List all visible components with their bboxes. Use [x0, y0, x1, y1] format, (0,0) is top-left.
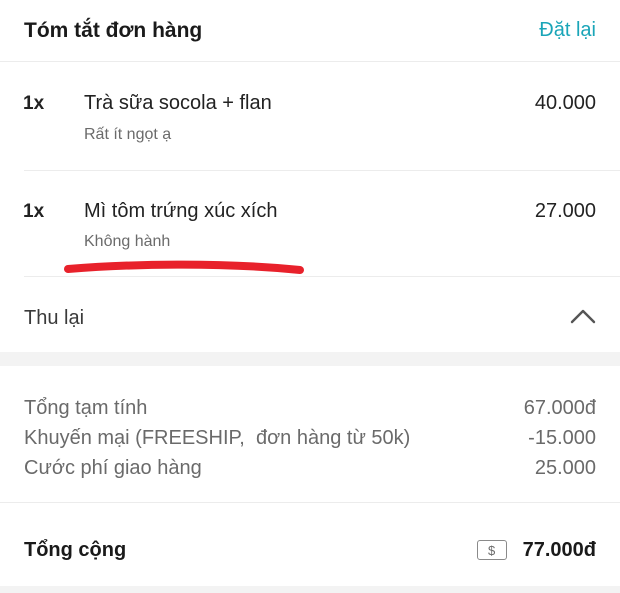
delivery-fee-label: Cước phí giao hàng: [24, 456, 202, 479]
item-note: Không hành: [84, 233, 171, 250]
cash-icon: $: [476, 540, 507, 560]
subtotal-label: Tổng tạm tính: [24, 396, 148, 419]
delivery-fee-row: Cước phí giao hàng 25.000: [24, 454, 596, 482]
delivery-fee-value: 25.000: [534, 456, 596, 479]
item-quantity: 1x: [23, 93, 45, 114]
section-gap: [0, 352, 620, 366]
item-price: 27.000: [534, 200, 596, 222]
page-title: Tóm tắt đơn hàng: [24, 18, 203, 42]
total-row: Tổng cộng $ 77.000đ: [24, 530, 596, 570]
subtotal-value: 67.000đ: [523, 396, 596, 419]
subtotal-row: Tổng tạm tính 67.000đ: [24, 394, 596, 422]
total-amount-group: $ 77.000đ: [476, 538, 596, 562]
item-name: Mì tôm trứng xúc xích: [84, 200, 278, 222]
collapse-label: Thu lại: [24, 306, 85, 329]
reset-button[interactable]: Đặt lại: [539, 19, 596, 42]
bottom-bar: [0, 586, 620, 593]
item-price: 40.000: [534, 92, 596, 114]
chevron-up-icon[interactable]: [570, 308, 596, 329]
divider: [24, 170, 620, 171]
order-summary-header: Tóm tắt đơn hàng Đặt lại: [0, 0, 620, 62]
divider: [24, 276, 620, 277]
collapse-toggle[interactable]: Thu lại: [0, 286, 620, 350]
item-note: Rất ít ngọt ạ: [84, 126, 172, 143]
divider: [0, 502, 620, 503]
total-label: Tổng cộng: [24, 538, 127, 561]
item-quantity: 1x: [23, 201, 45, 222]
promotion-label: Khuyến mại (FREESHIP, đơn hàng từ 50k): [24, 426, 411, 449]
promotion-value: -15.000: [528, 426, 596, 449]
item-name: Trà sữa socola + flan: [84, 92, 272, 114]
promotion-row: Khuyến mại (FREESHIP, đơn hàng từ 50k) -…: [24, 424, 596, 452]
total-value: 77.000đ: [522, 538, 596, 561]
